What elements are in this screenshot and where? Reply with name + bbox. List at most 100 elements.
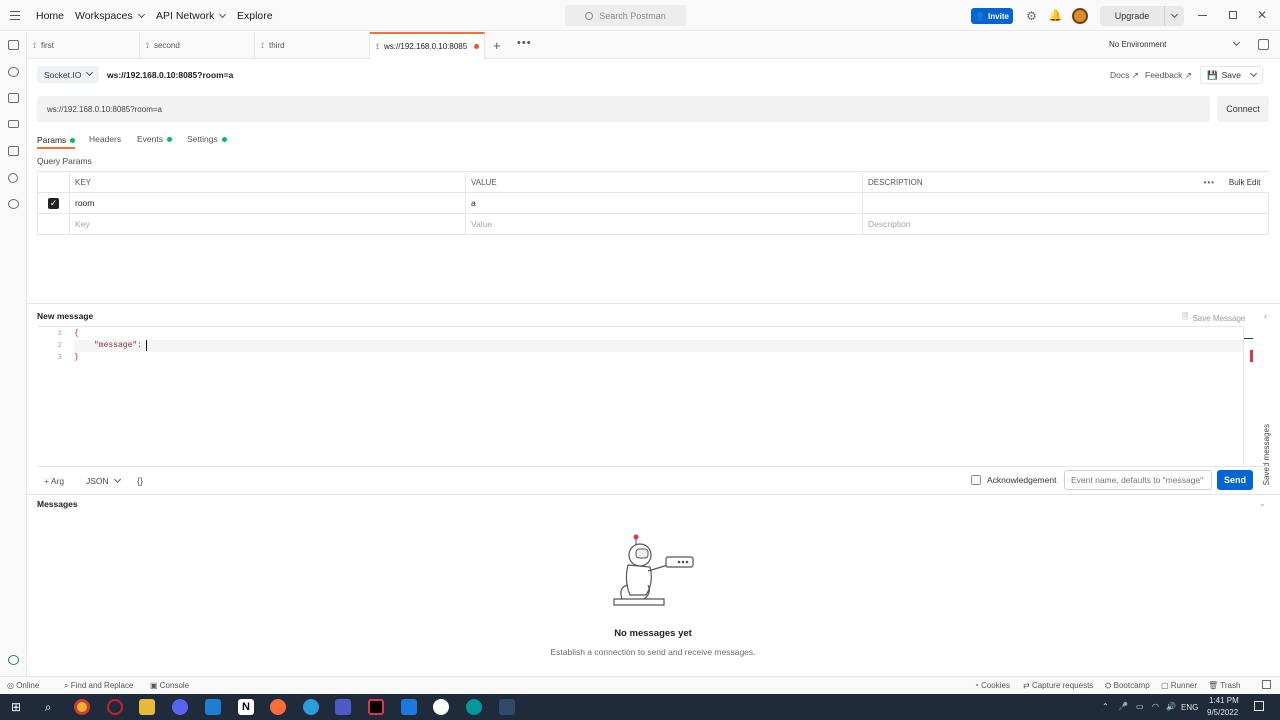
new-tab-icon[interactable]: +	[493, 38, 501, 53]
app-icon[interactable]	[401, 699, 417, 715]
feedback-link[interactable]: Feedback ↗	[1145, 70, 1192, 81]
flows-icon[interactable]	[8, 173, 18, 183]
avatar[interactable]	[1072, 8, 1088, 24]
subtab-settings[interactable]: Settings	[187, 133, 227, 145]
add-arg-button[interactable]: + Arg	[44, 476, 64, 486]
request-type-select[interactable]: Socket.IO	[37, 66, 100, 83]
subtab-params[interactable]: Params	[37, 133, 76, 149]
environments-icon[interactable]	[8, 93, 19, 103]
tab-second[interactable]: ⟟ second	[140, 32, 255, 59]
checkbox[interactable]	[971, 475, 981, 485]
console-button[interactable]: ▣ Console	[150, 681, 189, 690]
event-name-input[interactable]	[1064, 470, 1212, 490]
url-input[interactable]: ws://192.168.0.10:8085?room=a	[37, 96, 1210, 122]
wifi-icon[interactable]: ◠	[1152, 702, 1159, 711]
subtab-headers[interactable]: Headers	[89, 134, 121, 144]
windows-start-icon[interactable]: ⊞	[8, 699, 24, 715]
value-placeholder[interactable]: Value	[465, 213, 863, 235]
left-rail	[0, 32, 27, 676]
bulk-edit-link[interactable]: Bulk Edit	[1229, 178, 1261, 187]
subtab-label: Events	[137, 134, 163, 144]
invite-button[interactable]: 👤 Invite	[971, 8, 1013, 24]
tab-ws-active[interactable]: ⟟ ws://192.168.0.10:8085	[370, 32, 485, 59]
tab-third[interactable]: ⟟ third	[255, 32, 370, 59]
cookies-button[interactable]: ◔ Cookies	[974, 681, 1010, 690]
docker-icon[interactable]	[303, 699, 319, 715]
mock-servers-icon[interactable]	[8, 120, 19, 128]
capture-requests-button[interactable]: ⇄ Capture requests	[1023, 681, 1093, 690]
postman-icon[interactable]	[270, 699, 286, 715]
apis-icon[interactable]	[8, 67, 19, 77]
chevron-down-icon[interactable]: ⌄	[1259, 499, 1266, 508]
save-icon: 🗎	[1182, 312, 1189, 321]
upgrade-button[interactable]: Upgrade	[1100, 6, 1184, 26]
key-cell[interactable]: room	[69, 192, 466, 214]
nav-workspaces[interactable]: Workspaces	[75, 10, 145, 22]
request-title[interactable]: ws://192.168.0.10:8085?room=a	[107, 70, 233, 80]
scrollbar-track[interactable]	[1243, 326, 1244, 466]
description-placeholder[interactable]: Description	[862, 213, 1269, 235]
trash-button[interactable]: 🗑 Trash	[1208, 681, 1240, 690]
save-button[interactable]: 💾 Save	[1200, 66, 1263, 84]
layout-icon[interactable]	[1262, 680, 1271, 689]
volume-icon[interactable]: 🔊	[1166, 702, 1176, 711]
search-icon[interactable]: ⌕	[40, 699, 56, 715]
teams-icon[interactable]	[335, 699, 351, 715]
connect-button[interactable]: Connect	[1217, 96, 1269, 122]
online-status[interactable]: ◎ Online	[7, 681, 39, 690]
checkbox[interactable]: ✓	[48, 197, 59, 209]
upgrade-dropdown[interactable]	[1164, 6, 1184, 26]
docs-link[interactable]: Docs ↗	[1110, 70, 1139, 81]
close-icon[interactable]: ✕	[1256, 8, 1268, 22]
tray-chevron-up-icon[interactable]: ⌃	[1102, 702, 1109, 711]
more-options-icon[interactable]: •••	[1204, 178, 1215, 187]
nav-home[interactable]: Home	[36, 10, 64, 22]
chevron-left-icon[interactable]: ‹	[1264, 311, 1267, 321]
history-icon[interactable]	[8, 199, 19, 209]
clock-date[interactable]: 9/5/2022	[1207, 708, 1238, 717]
monitors-icon[interactable]	[8, 146, 19, 156]
save-message-button[interactable]: 🗎 Save Message	[1182, 311, 1245, 325]
chrome-icon[interactable]	[74, 699, 90, 715]
environment-select[interactable]: No Environment	[1109, 38, 1241, 49]
bootcamp-button[interactable]: ⛭ Bootcamp	[1105, 681, 1150, 691]
find-replace-button[interactable]: ⌕ Find and Replace	[64, 681, 133, 691]
nav-explore[interactable]: Explore	[237, 10, 273, 22]
message-editor[interactable]: 1 2 3 { "message": }	[37, 326, 1243, 466]
search-box[interactable]: Search Postman	[565, 5, 686, 26]
format-select[interactable]: JSON	[86, 475, 121, 486]
value-cell[interactable]: a	[465, 192, 863, 214]
beautify-braces-icon[interactable]: {}	[137, 476, 143, 486]
send-button[interactable]: Send	[1217, 470, 1253, 490]
vscode-icon[interactable]	[205, 699, 221, 715]
notifications-icon[interactable]	[1254, 701, 1264, 711]
menu-icon[interactable]	[10, 11, 20, 20]
file-explorer-icon[interactable]	[139, 699, 155, 715]
opera-icon[interactable]	[107, 699, 123, 715]
collections-icon[interactable]	[8, 40, 19, 50]
minimize-icon[interactable]	[1198, 15, 1207, 16]
app-icon[interactable]	[433, 699, 449, 715]
acknowledgement-toggle[interactable]: Acknowledgement	[971, 475, 1056, 485]
nav-api-network[interactable]: API Network	[156, 10, 227, 22]
more-tabs-icon[interactable]: •••	[517, 37, 532, 49]
notion-icon[interactable]: N	[238, 699, 254, 715]
gear-icon[interactable]: ⚙	[1025, 9, 1038, 23]
battery-icon[interactable]: ▭	[1136, 702, 1144, 711]
key-placeholder[interactable]: Key	[69, 213, 466, 235]
arduino-icon[interactable]	[466, 699, 482, 715]
environment-quicklook-icon[interactable]	[1258, 39, 1269, 50]
subtab-events[interactable]: Events	[137, 133, 172, 145]
app-icon[interactable]	[499, 699, 515, 715]
runner-button[interactable]: ▢ Runner	[1161, 681, 1197, 690]
bell-icon[interactable]: 🔔	[1049, 9, 1063, 22]
clock-time[interactable]: 1:41 PM	[1209, 696, 1239, 705]
jetbrains-icon[interactable]	[368, 699, 384, 715]
language-indicator[interactable]: ENG	[1181, 703, 1198, 712]
description-cell[interactable]	[862, 192, 1269, 214]
discord-icon[interactable]	[172, 699, 188, 715]
tab-first[interactable]: ⟟ first	[27, 32, 140, 59]
chevron-down-icon[interactable]	[1249, 69, 1258, 77]
maximize-icon[interactable]	[1229, 11, 1237, 19]
microphone-icon[interactable]: 🎤	[1118, 702, 1128, 711]
